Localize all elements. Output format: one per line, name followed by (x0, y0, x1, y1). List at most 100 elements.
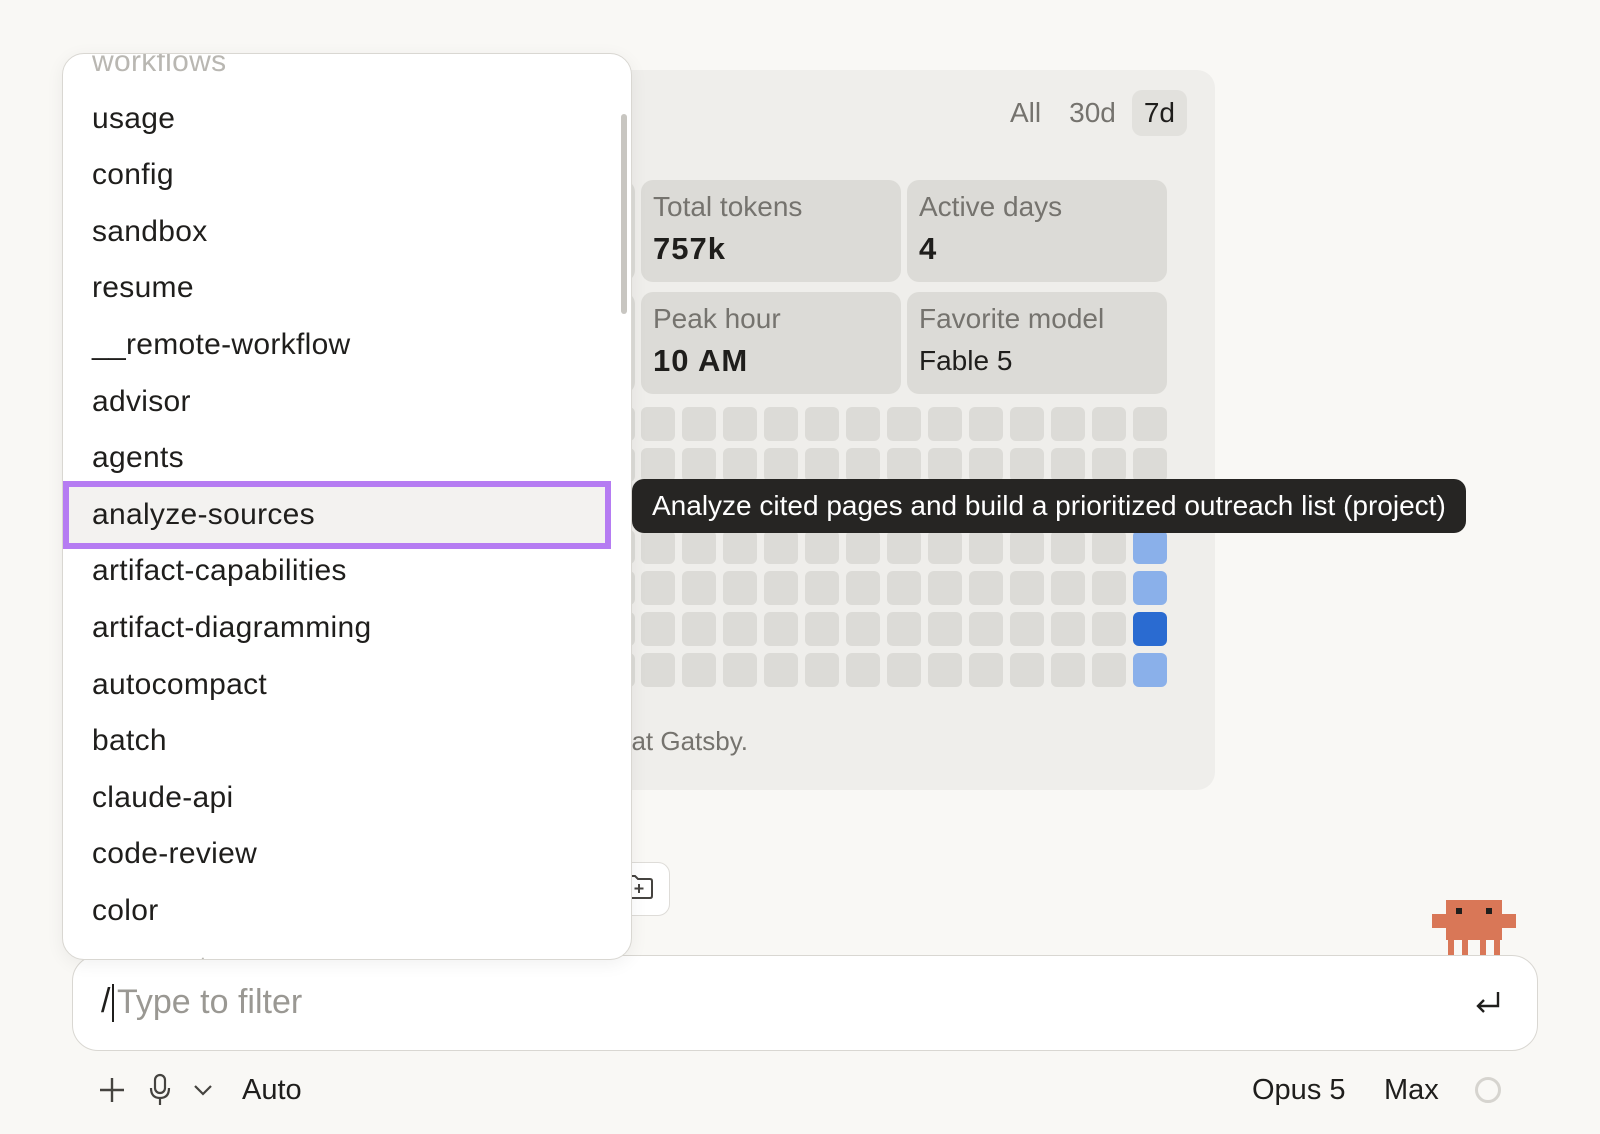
command-dropdown: workflows usage config sandbox resume __remot… (62, 53, 632, 960)
heatmap-cell (764, 530, 798, 564)
model-selector[interactable]: Opus 5 (1252, 1072, 1346, 1108)
tab-30d[interactable]: 30d (1057, 90, 1128, 136)
command-item-selected[interactable]: analyze-sources (63, 480, 611, 550)
panel-footer-text: eat Gatsby. (617, 726, 749, 756)
heatmap-cell (1051, 612, 1085, 646)
dropdown-scrollbar[interactable] (621, 114, 627, 314)
heatmap-cell (1133, 448, 1167, 482)
command-item[interactable]: workflows (63, 54, 631, 91)
heatmap-cell (1010, 612, 1044, 646)
text-caret (112, 984, 114, 1022)
command-item[interactable]: claude-api (63, 770, 631, 827)
stat-value: 757k (653, 231, 726, 266)
heatmap-cell (764, 653, 798, 687)
heatmap-cell (887, 612, 921, 646)
command-item[interactable]: usage (63, 91, 631, 148)
effort-selector[interactable]: Max (1384, 1072, 1439, 1108)
heatmap-cell (887, 653, 921, 687)
heatmap-cell (641, 407, 675, 441)
heatmap-cell (928, 653, 962, 687)
heatmap-cell (887, 571, 921, 605)
heatmap-cell (723, 612, 757, 646)
heatmap-cell (969, 448, 1003, 482)
heatmap-cell (764, 448, 798, 482)
heatmap-cell (1133, 612, 1167, 646)
heatmap-cell (1092, 653, 1126, 687)
heatmap-cell (969, 612, 1003, 646)
mode-selector[interactable]: Auto (242, 1072, 302, 1108)
command-item[interactable]: resume (63, 260, 631, 317)
heatmap-cell (723, 448, 757, 482)
heatmap-cell (1051, 530, 1085, 564)
command-item[interactable]: artifact-diagramming (63, 600, 631, 657)
heatmap-cell (846, 407, 880, 441)
heatmap-cell (764, 612, 798, 646)
command-item[interactable]: sandbox (63, 204, 631, 261)
stat-value: 4 (919, 231, 938, 266)
heatmap-cell (928, 612, 962, 646)
command-item[interactable]: batch (63, 713, 631, 770)
heatmap-cell (1051, 448, 1085, 482)
heatmap-cell (969, 407, 1003, 441)
circle-icon (1474, 1076, 1502, 1104)
heatmap-cell (805, 407, 839, 441)
stat-card-active-days: Active days 4 (907, 180, 1167, 282)
range-tabs: All 30d 7d (998, 90, 1187, 136)
heatmap-cell (682, 530, 716, 564)
command-item[interactable]: autocompact (63, 657, 631, 714)
heatmap-cell (928, 407, 962, 441)
command-item[interactable]: __remote-workflow (63, 317, 631, 374)
heatmap-cell (805, 530, 839, 564)
heatmap-cell (1010, 407, 1044, 441)
heatmap-cell (1092, 612, 1126, 646)
chevron-down-icon[interactable] (192, 1080, 214, 1100)
heatmap-cell (1051, 407, 1085, 441)
filter-input[interactable] (117, 978, 1417, 1026)
command-item[interactable]: artifact-capabilities (63, 543, 631, 600)
command-list: workflows usage config sandbox resume __remot… (63, 54, 631, 960)
heatmap-cell (846, 448, 880, 482)
heatmap-cell (1010, 530, 1044, 564)
heatmap-cell (1010, 448, 1044, 482)
heatmap-cell (805, 653, 839, 687)
stat-label: Favorite model (919, 303, 1105, 334)
heatmap-cell (846, 530, 880, 564)
heatmap-cell (1051, 571, 1085, 605)
heatmap-cell (641, 653, 675, 687)
heatmap-cell (969, 653, 1003, 687)
tab-all[interactable]: All (998, 90, 1053, 136)
heatmap-cell (846, 653, 880, 687)
heatmap-cell (682, 571, 716, 605)
stat-card-peak-hour: Peak hour 10 AM (641, 292, 901, 394)
stat-label: Total tokens (653, 191, 803, 222)
command-item[interactable]: agents (63, 430, 631, 487)
heatmap-cell (1133, 530, 1167, 564)
heatmap-cell (928, 448, 962, 482)
stat-value: 10 AM (653, 343, 749, 378)
microphone-icon[interactable] (146, 1072, 174, 1108)
heatmap-cell (805, 571, 839, 605)
command-item[interactable]: config (63, 147, 631, 204)
heatmap-cell (1133, 407, 1167, 441)
heatmap-cell (682, 612, 716, 646)
prompt-input-box[interactable]: / (72, 955, 1538, 1051)
heatmap-cell (1092, 448, 1126, 482)
heatmap-cell (1133, 571, 1167, 605)
heatmap-cell (641, 571, 675, 605)
command-item[interactable]: advisor (63, 374, 631, 431)
plus-icon[interactable] (96, 1074, 128, 1106)
heatmap-cell (723, 407, 757, 441)
stat-label: Peak hour (653, 303, 781, 334)
tab-7d[interactable]: 7d (1131, 90, 1187, 136)
heatmap-cell (723, 653, 757, 687)
command-item[interactable]: color (63, 883, 631, 940)
command-item[interactable]: code-review (63, 826, 631, 883)
return-icon[interactable] (1473, 988, 1503, 1023)
heatmap-cell (1010, 653, 1044, 687)
heatmap-cell (969, 571, 1003, 605)
heatmap-cell (1092, 530, 1126, 564)
heatmap-cell (1092, 571, 1126, 605)
command-item[interactable]: compact (63, 940, 631, 960)
heatmap-cell (682, 407, 716, 441)
heatmap-cell (887, 407, 921, 441)
